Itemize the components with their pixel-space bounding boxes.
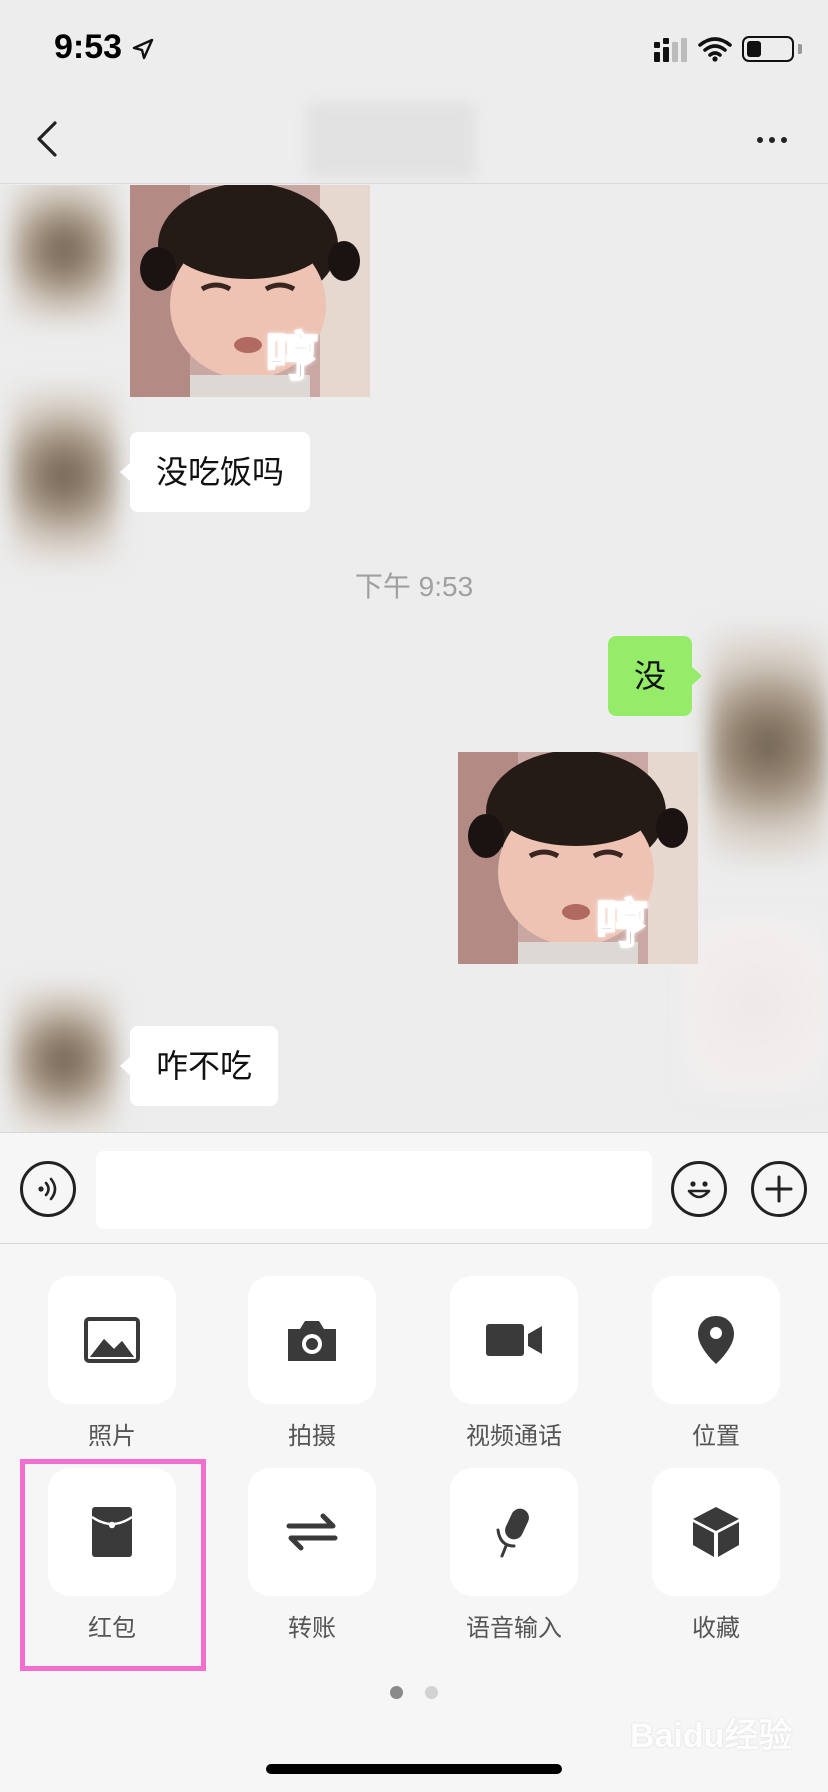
sticker-caption: 哼 [595, 894, 649, 956]
message-text-input[interactable] [96, 1151, 652, 1229]
tile-label: 拍摄 [288, 1423, 336, 1450]
favorites-icon [693, 1507, 739, 1557]
tile-label: 视频通话 [466, 1423, 562, 1450]
cellular-signal-icon [654, 38, 690, 67]
child-face-sticker-icon [458, 752, 698, 964]
blurred-overlay [684, 915, 824, 1095]
transfer-icon [286, 1513, 338, 1551]
tile-label: 语音输入 [466, 1615, 562, 1642]
home-indicator[interactable] [266, 1764, 562, 1774]
emoji-button[interactable] [671, 1161, 727, 1217]
message-bubble-incoming[interactable]: 咋不吃 [119, 1026, 279, 1106]
tile-label: 收藏 [692, 1615, 740, 1642]
watermark-logo: Baidu经验 [630, 1717, 793, 1755]
tile-label: 照片 [88, 1423, 136, 1450]
page-indicator-active[interactable] [390, 1686, 403, 1699]
message-input-bar [0, 1132, 828, 1244]
tile-label: 红包 [88, 1615, 136, 1642]
chat-header [0, 96, 828, 184]
avatar[interactable] [708, 625, 828, 865]
message-bubble-incoming[interactable]: 没吃饭吗 [119, 432, 311, 512]
tile-label: 位置 [692, 1423, 740, 1450]
microphone-icon [496, 1508, 529, 1558]
photo-icon [84, 1317, 140, 1363]
avatar[interactable] [10, 385, 118, 565]
video-call-icon [486, 1324, 542, 1356]
tile-transfer[interactable]: 转账 [248, 1468, 378, 1643]
back-button[interactable] [22, 112, 72, 166]
location-arrow-icon [132, 38, 154, 65]
wifi-icon [698, 36, 732, 67]
tile-location[interactable]: 位置 [652, 1276, 782, 1451]
tile-red-packet[interactable]: 红包 [48, 1468, 178, 1643]
chevron-left-icon [37, 121, 57, 157]
status-time: 9:53 [54, 28, 123, 66]
chat-title-blurred [306, 102, 476, 178]
tile-photos[interactable]: 照片 [48, 1276, 178, 1451]
page-indicator[interactable] [425, 1686, 438, 1699]
tile-video-call[interactable]: 视频通话 [450, 1276, 580, 1451]
location-icon [698, 1316, 734, 1364]
more-options-button[interactable] [748, 116, 796, 164]
more-actions-button[interactable] [751, 1161, 807, 1217]
avatar[interactable] [10, 185, 118, 325]
avatar[interactable] [10, 985, 118, 1132]
voice-wave-icon [38, 1177, 57, 1201]
tile-camera[interactable]: 拍摄 [248, 1276, 378, 1451]
message-bubble-outgoing[interactable]: 没 [608, 636, 703, 716]
tile-voice-input[interactable]: 语音输入 [450, 1468, 580, 1643]
red-packet-icon [91, 1507, 133, 1557]
sticker-message[interactable]: 哼 [130, 185, 370, 397]
message-timestamp: 下午 9:53 [354, 571, 474, 602]
battery-icon [742, 36, 794, 62]
sticker-caption: 哼 [265, 327, 319, 389]
smiley-icon [687, 1181, 711, 1199]
voice-mode-button[interactable] [20, 1161, 76, 1217]
camera-icon [288, 1321, 336, 1361]
plus-icon [765, 1175, 793, 1203]
more-dot-icon [757, 137, 763, 143]
tile-favorites[interactable]: 收藏 [652, 1468, 782, 1643]
child-face-sticker-icon [130, 185, 370, 397]
sticker-message[interactable]: 哼 [458, 752, 698, 964]
status-bar: 9:53 [0, 0, 828, 96]
tile-label: 转账 [288, 1615, 336, 1642]
chat-message-list[interactable]: 哼 没吃饭吗 下午 9:53 没 哼 咋不吃 [0, 185, 828, 1132]
